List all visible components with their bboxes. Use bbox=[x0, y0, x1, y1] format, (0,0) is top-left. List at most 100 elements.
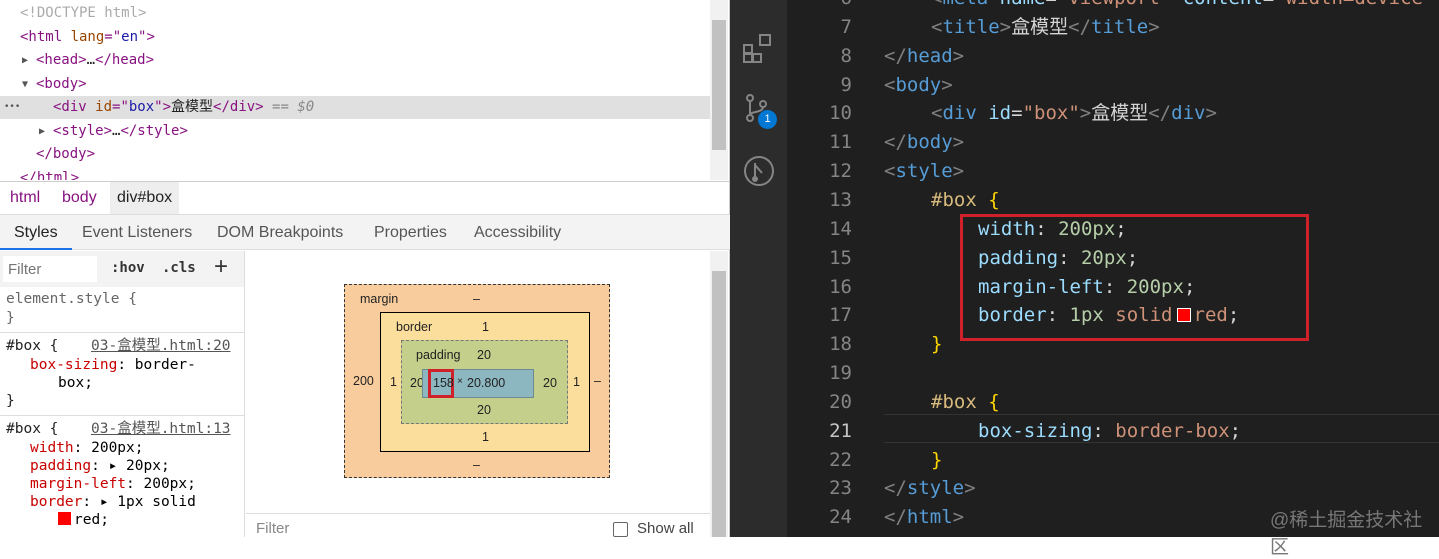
element-style-rule: element.style { } bbox=[0, 287, 244, 333]
styles-scrollbar[interactable] bbox=[710, 251, 728, 537]
prop-name[interactable]: padding bbox=[30, 458, 91, 474]
expand-triangle-icon[interactable]: ▶ bbox=[39, 120, 45, 143]
box-model-content[interactable]: 158 × 20.800 bbox=[422, 369, 534, 398]
tab-styles[interactable]: Styles bbox=[0, 215, 72, 250]
code-line[interactable]: #box { bbox=[931, 388, 1000, 417]
prop-value[interactable]: : 200px; bbox=[74, 440, 144, 456]
dom-token: <head> bbox=[36, 52, 87, 68]
dom-token: <div bbox=[53, 99, 96, 115]
style-property[interactable]: margin-left: 200px; bbox=[30, 475, 196, 493]
show-all-label: Show all bbox=[637, 520, 694, 537]
border-right[interactable]: 1 bbox=[573, 375, 580, 389]
content-width[interactable]: 158 bbox=[433, 376, 454, 390]
code-token: "viewport" bbox=[1057, 0, 1183, 9]
code-line[interactable]: <div id="box">盒模型</div> bbox=[931, 99, 1217, 128]
rule-source-link[interactable]: 03-盒模型.html:20 bbox=[91, 337, 231, 355]
styles-filter-input[interactable] bbox=[3, 256, 97, 282]
prop-value[interactable]: : ▸ 20px; bbox=[91, 458, 170, 474]
box-model-pane: margin – – 200 – border 1 1 1 1 padding … bbox=[246, 251, 710, 537]
crumb-div-box[interactable]: div#box bbox=[110, 182, 180, 214]
rule-source-link[interactable]: 03-盒模型.html:13 bbox=[91, 420, 231, 438]
dom-node[interactable]: ••• <div id="box">盒模型</div> == $0 bbox=[0, 96, 710, 119]
hov-button[interactable]: :hov bbox=[111, 260, 145, 276]
color-swatch-red[interactable] bbox=[58, 512, 71, 525]
rule-selector: #box { bbox=[6, 421, 59, 437]
style-property[interactable]: width: 200px; bbox=[30, 439, 144, 457]
prop-name[interactable]: box-sizing bbox=[30, 357, 117, 373]
dom-node[interactable]: ▶ <style>…</style> bbox=[0, 120, 710, 143]
prop-name[interactable]: border bbox=[30, 494, 82, 510]
computed-filter-input[interactable]: Filter bbox=[256, 520, 289, 537]
style-property[interactable]: border: ▸ 1px solid bbox=[30, 493, 196, 511]
crumb-body[interactable]: body bbox=[55, 182, 104, 214]
margin-label: margin bbox=[360, 292, 399, 306]
line-number: 21 bbox=[829, 419, 852, 442]
code-line[interactable]: <body> bbox=[884, 71, 953, 100]
content-height[interactable]: 20.800 bbox=[467, 376, 505, 390]
code-line[interactable]: </body> bbox=[884, 128, 964, 157]
code-line[interactable]: <style> bbox=[884, 157, 964, 186]
code-line[interactable]: } bbox=[931, 330, 942, 359]
expand-triangle-icon[interactable]: ▶ bbox=[22, 49, 28, 72]
margin-left[interactable]: 200 bbox=[353, 374, 374, 388]
tab-accessibility[interactable]: Accessibility bbox=[474, 215, 561, 250]
border-left[interactable]: 1 bbox=[390, 375, 397, 389]
dom-node[interactable]: <!DOCTYPE html> bbox=[0, 2, 710, 25]
prop-name[interactable]: margin-left bbox=[30, 476, 126, 492]
code-token: "width=device bbox=[1274, 0, 1423, 9]
code-line[interactable]: </html> bbox=[884, 503, 964, 532]
style-property[interactable]: padding: ▸ 20px; bbox=[30, 457, 170, 475]
dom-node[interactable]: </body> bbox=[0, 143, 710, 166]
code-line[interactable]: #box { bbox=[931, 186, 1000, 215]
dom-scrollbar[interactable] bbox=[710, 0, 728, 180]
code-token: title bbox=[942, 15, 1000, 38]
prop-name[interactable]: width bbox=[30, 440, 74, 456]
code-token: > bbox=[999, 15, 1012, 38]
line-number: 6 bbox=[760, 0, 852, 13]
margin-top[interactable]: – bbox=[473, 292, 480, 306]
padding-top[interactable]: 20 bbox=[477, 348, 491, 362]
prop-value[interactable]: : 200px; bbox=[126, 476, 196, 492]
dom-node[interactable]: <html lang="en"> bbox=[0, 26, 710, 49]
prop-value[interactable]: : border- bbox=[117, 357, 196, 373]
code-token: > bbox=[952, 506, 965, 529]
dom-token: "> bbox=[154, 99, 172, 115]
code-token: "box" bbox=[1022, 102, 1080, 125]
code-token: { bbox=[988, 188, 1000, 211]
code-token: 盒模型 bbox=[1091, 102, 1149, 125]
box-model-border[interactable]: border 1 1 1 1 padding 20 20 20 20 158 ×… bbox=[380, 312, 590, 452]
cls-button[interactable]: .cls bbox=[162, 260, 196, 276]
more-options-icon[interactable]: ••• bbox=[4, 96, 20, 119]
tab-properties[interactable]: Properties bbox=[374, 215, 447, 250]
code-editor: 1 6<meta name="viewport" content="width=… bbox=[730, 0, 1439, 558]
code-line[interactable]: <meta name="viewport" content="width=dev… bbox=[931, 0, 1423, 13]
show-all-checkbox[interactable] bbox=[613, 522, 628, 537]
border-bottom[interactable]: 1 bbox=[482, 430, 489, 444]
margin-bottom[interactable]: – bbox=[473, 458, 480, 472]
padding-bottom[interactable]: 20 bbox=[477, 403, 491, 417]
dom-node[interactable]: ▶ <head>…</head> bbox=[0, 49, 710, 72]
code-line[interactable]: <title>盒模型</title> bbox=[931, 13, 1160, 42]
dom-node[interactable]: ▼ <body> bbox=[0, 73, 710, 96]
code-token: > bbox=[952, 160, 965, 183]
code-line[interactable]: </head> bbox=[884, 42, 964, 71]
code-line[interactable]: </style> bbox=[884, 474, 976, 503]
collapse-triangle-icon[interactable]: ▼ bbox=[22, 73, 28, 96]
code-token: } bbox=[931, 333, 943, 356]
new-rule-button[interactable]: + bbox=[214, 253, 228, 281]
margin-right[interactable]: – bbox=[594, 374, 601, 388]
padding-right[interactable]: 20 bbox=[543, 376, 557, 390]
line-number: 8 bbox=[840, 44, 852, 67]
code-line[interactable]: } bbox=[931, 446, 942, 475]
scrollbar-thumb[interactable] bbox=[712, 271, 726, 537]
crumb-html[interactable]: html bbox=[3, 182, 47, 214]
tab-dom-breakpoints[interactable]: DOM Breakpoints bbox=[217, 215, 343, 250]
tab-event-listeners[interactable]: Event Listeners bbox=[82, 215, 192, 250]
prop-value[interactable]: : ▸ 1px solid bbox=[82, 494, 196, 510]
box-model-margin[interactable]: margin – – 200 – border 1 1 1 1 padding … bbox=[344, 284, 610, 478]
box-model-padding[interactable]: padding 20 20 20 20 158 × 20.800 bbox=[401, 340, 568, 424]
scrollbar-thumb[interactable] bbox=[712, 20, 726, 150]
dom-node[interactable]: </html> bbox=[0, 167, 710, 181]
border-top[interactable]: 1 bbox=[482, 320, 489, 334]
sidebar-tabs: Styles Event Listeners DOM Breakpoints P… bbox=[0, 214, 730, 250]
